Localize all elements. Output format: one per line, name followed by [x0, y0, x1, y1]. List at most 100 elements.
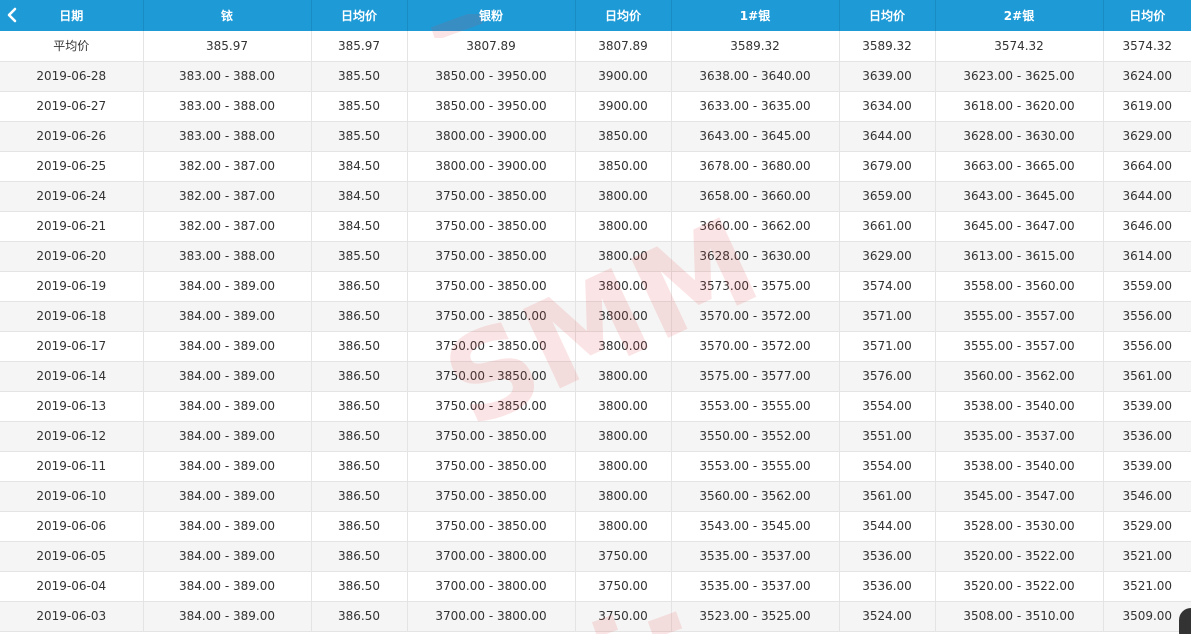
date-cell: 2019-06-03	[0, 601, 144, 632]
column-header[interactable]: 1#银	[671, 0, 840, 31]
price-cell: 384.00 - 389.00	[143, 391, 312, 422]
price-cell: 3664.00	[1103, 151, 1191, 182]
column-header[interactable]: 日均价	[311, 0, 408, 31]
price-cell: 3750.00	[575, 541, 672, 572]
table-row: 2019-06-11 384.00 - 389.00 386.50 3750.00 -…	[0, 451, 1191, 482]
price-cell: 3509.00	[1103, 601, 1191, 632]
price-cell: 386.50	[311, 391, 408, 422]
date-cell: 2019-06-10	[0, 481, 144, 512]
table-body: 平均价 385.97 385.97 3807.89 3807.89 3589.32 3589…	[0, 31, 1191, 632]
price-cell: 3539.00	[1103, 391, 1191, 422]
column-header[interactable]: 银粉	[407, 0, 576, 31]
price-cell: 3528.00 - 3530.00	[935, 511, 1104, 542]
price-cell: 386.50	[311, 331, 408, 362]
column-header-label: 2#银	[1003, 9, 1035, 23]
price-cell: 3629.00	[839, 241, 936, 272]
column-header[interactable]: 日均价	[1103, 0, 1191, 31]
column-header-label: 日均价	[604, 9, 641, 23]
price-cell: 3800.00	[575, 331, 672, 362]
column-header[interactable]: 铱	[143, 0, 312, 31]
price-cell: 384.00 - 389.00	[143, 601, 312, 632]
price-history-table: 日期铱日均价 银粉 日均价 1#银 日均价 2#银 日均价 平均价 385.97 385.97 3…	[0, 0, 1191, 632]
price-cell: 385.50	[311, 61, 408, 92]
price-cell: 3623.00 - 3625.00	[935, 61, 1104, 92]
price-cell: 3659.00	[839, 181, 936, 212]
date-cell: 2019-06-05	[0, 541, 144, 572]
column-header-label: 日期	[59, 9, 84, 23]
price-cell: 3800.00	[575, 391, 672, 422]
price-cell: 382.00 - 387.00	[143, 211, 312, 242]
table-row: 2019-06-28 383.00 - 388.00 385.50 3850.00 -…	[0, 61, 1191, 92]
price-cell: 3613.00 - 3615.00	[935, 241, 1104, 272]
price-cell: 3750.00 - 3850.00	[407, 511, 576, 542]
price-cell: 3850.00	[575, 121, 672, 152]
price-cell: 3643.00 - 3645.00	[935, 181, 1104, 212]
price-cell: 3535.00 - 3537.00	[935, 421, 1104, 452]
price-cell: 3750.00 - 3850.00	[407, 481, 576, 512]
table-row: 2019-06-06 384.00 - 389.00 386.50 3750.00 -…	[0, 511, 1191, 542]
price-cell: 3555.00 - 3557.00	[935, 331, 1104, 362]
price-cell: 384.00 - 389.00	[143, 451, 312, 482]
column-header[interactable]: 2#银	[935, 0, 1104, 31]
price-cell: 3633.00 - 3635.00	[671, 91, 840, 122]
table-row: 2019-06-14 384.00 - 389.00 386.50 3750.00 -…	[0, 361, 1191, 392]
price-cell: 3678.00 - 3680.00	[671, 151, 840, 182]
price-cell: 3700.00 - 3800.00	[407, 541, 576, 572]
column-header[interactable]: 日均价	[839, 0, 936, 31]
price-cell: 3558.00 - 3560.00	[935, 271, 1104, 302]
price-cell: 3639.00	[839, 61, 936, 92]
scroll-handle[interactable]	[1179, 608, 1191, 634]
date-cell: 2019-06-13	[0, 391, 144, 422]
price-cell: 386.50	[311, 271, 408, 302]
price-cell: 3658.00 - 3660.00	[671, 181, 840, 212]
price-cell: 3523.00 - 3525.00	[671, 601, 840, 632]
price-cell: 3750.00 - 3850.00	[407, 271, 576, 302]
date-cell: 2019-06-25	[0, 151, 144, 182]
price-cell: 3508.00 - 3510.00	[935, 601, 1104, 632]
price-table-view: 日期铱日均价 银粉 日均价 1#银 日均价 2#银 日均价 平均价 385.97 385.97 3…	[0, 0, 1191, 634]
price-cell: 386.50	[311, 481, 408, 512]
price-cell: 3538.00 - 3540.00	[935, 391, 1104, 422]
price-cell: 3646.00	[1103, 211, 1191, 242]
table-row: 2019-06-24 382.00 - 387.00 384.50 3750.00 -…	[0, 181, 1191, 212]
price-cell: 384.50	[311, 151, 408, 182]
price-cell: 3800.00	[575, 421, 672, 452]
price-cell: 3543.00 - 3545.00	[671, 511, 840, 542]
price-cell: 3520.00 - 3522.00	[935, 571, 1104, 602]
price-cell: 3536.00	[839, 541, 936, 572]
back-button[interactable]	[4, 6, 20, 24]
price-cell: 384.00 - 389.00	[143, 421, 312, 452]
price-cell: 3619.00	[1103, 91, 1191, 122]
price-cell: 382.00 - 387.00	[143, 181, 312, 212]
table-row: 2019-06-12 384.00 - 389.00 386.50 3750.00 -…	[0, 421, 1191, 452]
price-cell: 386.50	[311, 511, 408, 542]
price-cell: 3575.00 - 3577.00	[671, 361, 840, 392]
header-row: 日期 铱 日均价 银粉 日均价 1#银 日均价 2#银 日均价	[0, 0, 1191, 31]
price-cell: 384.00 - 389.00	[143, 301, 312, 332]
price-cell: 3535.00 - 3537.00	[671, 541, 840, 572]
price-cell: 386.50	[311, 361, 408, 392]
price-cell: 386.50	[311, 301, 408, 332]
price-cell: 383.00 - 388.00	[143, 61, 312, 92]
price-cell: 3800.00	[575, 211, 672, 242]
table-row: 2019-06-18 384.00 - 389.00 386.50 3750.00 -…	[0, 301, 1191, 332]
price-cell: 3539.00	[1103, 451, 1191, 482]
price-cell: 386.50	[311, 421, 408, 452]
price-cell: 3807.89	[407, 31, 576, 62]
price-cell: 3574.00	[839, 271, 936, 302]
date-cell: 2019-06-27	[0, 91, 144, 122]
price-cell: 3555.00 - 3557.00	[935, 301, 1104, 332]
price-cell: 3629.00	[1103, 121, 1191, 152]
column-header[interactable]: 日期	[0, 0, 144, 31]
price-cell: 384.00 - 389.00	[143, 541, 312, 572]
price-cell: 386.50	[311, 571, 408, 602]
column-header[interactable]: 日均价	[575, 0, 672, 31]
column-header-label: 日均价	[1129, 9, 1166, 23]
price-cell: 3560.00 - 3562.00	[671, 481, 840, 512]
price-cell: 384.00 - 389.00	[143, 331, 312, 362]
price-cell: 3524.00	[839, 601, 936, 632]
price-cell: 3614.00	[1103, 241, 1191, 272]
price-cell: 3800.00	[575, 361, 672, 392]
date-cell: 2019-06-11	[0, 451, 144, 482]
price-cell: 385.50	[311, 241, 408, 272]
